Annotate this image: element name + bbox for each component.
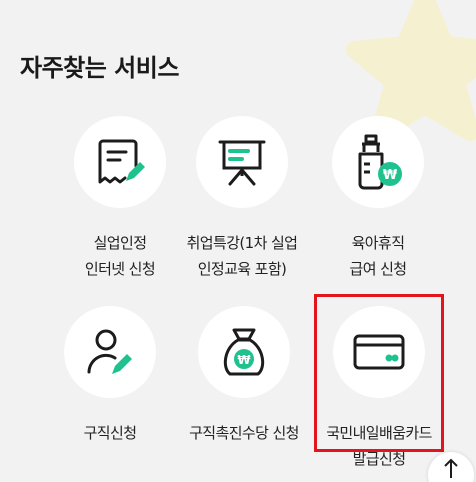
service-icon-circle [196, 116, 288, 208]
service-label: 구직촉진수당 신청 [166, 420, 322, 446]
service-icon-circle [64, 306, 156, 398]
service-job-lecture[interactable]: 취업특강(1차 실업 인정교육 포함) [164, 116, 320, 282]
highlight-box [314, 294, 444, 452]
service-label: 구직신청 [32, 420, 188, 446]
service-icon-circle: ₩ [332, 116, 424, 208]
person-pen-icon [87, 329, 132, 374]
service-label-line2: 급여 신청 [349, 260, 408, 278]
svg-text:₩: ₩ [383, 168, 398, 183]
services-page: 자주찾는 서비스 실업인정 인터넷 신청 취업특강(1차 실업 인정교육 포함)… [0, 0, 476, 482]
service-label-line2: 인정교육 포함) [197, 260, 287, 278]
service-label: 육아휴직 급여 신청 [300, 230, 456, 282]
money-bag-won-icon: ₩ [223, 328, 265, 376]
service-label-line1: 구직촉진수당 신청 [189, 424, 299, 442]
service-parental-leave[interactable]: ₩ 육아휴직 급여 신청 [300, 116, 456, 282]
service-label-line1: 구직신청 [83, 424, 137, 442]
section-title: 자주찾는 서비스 [20, 54, 179, 82]
service-icon-circle [74, 116, 166, 208]
presentation-board-icon [218, 140, 266, 186]
service-label-line1: 육아휴직 [351, 234, 405, 252]
baby-bottle-won-icon: ₩ [358, 134, 402, 190]
service-job-promotion-allowance[interactable]: ₩ 구직촉진수당 신청 [166, 306, 322, 446]
svg-text:₩: ₩ [237, 353, 251, 367]
arrow-up-icon [444, 458, 458, 478]
service-label-line1: 취업특강(1차 실업 [186, 234, 298, 252]
service-label: 취업특강(1차 실업 인정교육 포함) [164, 230, 320, 282]
document-pen-icon [98, 139, 145, 184]
service-icon-circle: ₩ [198, 306, 290, 398]
service-job-application[interactable]: 구직신청 [32, 306, 188, 446]
